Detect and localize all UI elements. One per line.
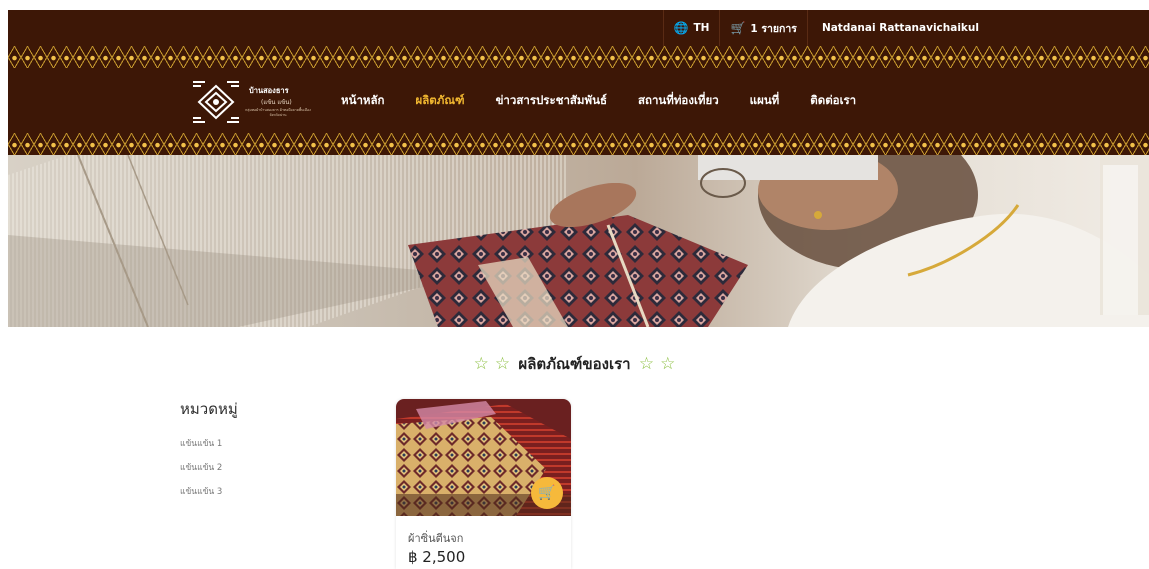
section-heading: ☆ ☆ ผลิตภัณฑ์ของเรา ☆ ☆ — [0, 352, 1149, 376]
nav-products[interactable]: ผลิตภัณฑ์ — [416, 92, 465, 110]
main-menu: หน้าหลัก ผลิตภัณฑ์ ข่าวสารประชาสัมพันธ์ … — [341, 68, 887, 133]
logo-subtitle: (แข้น แข้น) — [261, 99, 292, 106]
logo-title: บ้านสองธาร — [249, 86, 289, 95]
main-navbar: บ้านสองธาร (แข้น แข้น) กลุ่มทอผ้าบ้านสอง… — [8, 68, 1149, 133]
star-outline-icon: ☆ — [473, 354, 489, 374]
product-card[interactable]: 🛒 ผ้าซิ่นตีนจก ฿ 2,500 — [396, 399, 571, 569]
section-title-text: ผลิตภัณฑ์ของเรา — [518, 355, 631, 373]
cart-link[interactable]: 🛒 1 รายการ — [719, 10, 807, 46]
decorative-pattern-bottom — [8, 133, 1149, 155]
category-item[interactable]: แข้นแข้น 1 — [180, 436, 222, 460]
top-bar: 🌐 TH 🛒 1 รายการ Natdanai Rattanavichaiku… — [8, 10, 1149, 46]
add-to-cart-button[interactable]: 🛒 — [531, 477, 563, 509]
globe-icon: 🌐 — [673, 21, 689, 35]
nav-attractions[interactable]: สถานที่ท่องเที่ยว — [638, 92, 719, 110]
logo-small-text: กลุ่มทอผ้าบ้านสองธาร ผ้าทอมือลายพื้นเมือ… — [245, 108, 311, 117]
category-item[interactable]: แข้นแข้น 2 — [180, 460, 222, 484]
nav-contact[interactable]: ติดต่อเรา — [810, 92, 856, 110]
nav-map[interactable]: แผนที่ — [750, 92, 780, 110]
nav-news[interactable]: ข่าวสารประชาสัมพันธ์ — [496, 92, 607, 110]
category-heading: หมวดหมู่ — [180, 400, 238, 418]
language-label: TH — [693, 22, 710, 34]
language-switcher[interactable]: 🌐 TH — [662, 10, 720, 46]
top-bar-actions: 🌐 TH 🛒 1 รายการ Natdanai Rattanavichaiku… — [662, 10, 1149, 46]
category-item[interactable]: แข้นแข้น 3 — [180, 484, 222, 508]
product-price: ฿ 2,500 — [408, 548, 466, 566]
star-outline-icon: ☆ — [494, 354, 511, 374]
product-name: ผ้าซิ่นตีนจก — [408, 532, 464, 545]
user-name: Natdanai Rattanavichaikul — [821, 22, 979, 34]
cart-icon: 🛒 — [538, 485, 556, 501]
user-menu[interactable]: Natdanai Rattanavichaikul — [806, 10, 1149, 46]
site-logo[interactable]: บ้านสองธาร (แข้น แข้น) กลุ่มทอผ้าบ้านสอง… — [193, 80, 313, 124]
nav-home[interactable]: หน้าหลัก — [341, 92, 385, 110]
hero-banner-image — [8, 155, 1149, 327]
cart-icon: 🛒 — [730, 21, 746, 35]
star-outline-icon: ☆ — [638, 354, 655, 374]
cart-count-label: 1 รายการ — [750, 22, 797, 35]
category-list: แข้นแข้น 1 แข้นแข้น 2 แข้นแข้น 3 — [180, 436, 222, 508]
star-outline-icon: ☆ — [660, 354, 676, 374]
logo-mark-icon — [193, 81, 239, 123]
decorative-pattern-top — [8, 46, 1149, 68]
